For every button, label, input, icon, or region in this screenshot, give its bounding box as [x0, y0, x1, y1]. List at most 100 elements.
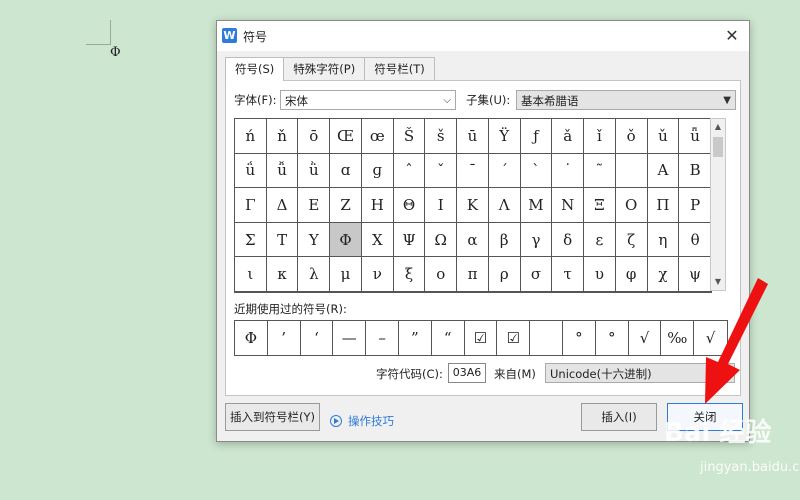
symbol-cell[interactable]: π — [457, 257, 489, 292]
char-code-input[interactable]: 03A6 — [448, 363, 486, 383]
symbol-cell[interactable]: Ν — [552, 188, 585, 223]
symbol-cell[interactable]: α — [457, 222, 489, 258]
symbol-cell[interactable]: ε — [584, 222, 616, 258]
symbol-cell[interactable]: Κ — [457, 188, 489, 223]
symbol-cell[interactable]: ɑ — [330, 153, 362, 189]
symbol-cell[interactable]: ˉ — [457, 153, 489, 189]
symbol-cell[interactable]: Χ — [361, 222, 394, 258]
symbol-cell[interactable]: Μ — [520, 188, 553, 223]
symbol-cell[interactable]: ι — [235, 257, 267, 292]
recent-symbol-cell[interactable]: √ — [694, 321, 727, 355]
symbol-cell[interactable]: ˋ — [520, 153, 553, 189]
symbol-cell[interactable]: Σ — [235, 222, 267, 258]
symbol-cell[interactable]: Φ — [330, 222, 362, 258]
symbol-cell[interactable]: ɡ — [361, 153, 394, 189]
symbol-cell[interactable]: ǜ — [298, 153, 331, 189]
symbol-cell[interactable]: ǐ — [584, 119, 616, 154]
symbol-cell[interactable]: Ο — [615, 188, 648, 223]
symbol-cell[interactable]: ρ — [488, 257, 521, 292]
symbol-cell[interactable]: ƒ — [520, 119, 553, 154]
recent-symbol-cell[interactable]: ° — [563, 321, 596, 355]
recent-symbol-cell[interactable]: ‘ — [301, 321, 334, 355]
symbol-cell[interactable]: γ — [520, 222, 553, 258]
symbol-cell[interactable]: Ÿ — [488, 119, 521, 154]
symbol-cell[interactable]: υ — [584, 257, 616, 292]
from-select[interactable]: Unicode(十六进制) — [545, 363, 735, 383]
symbol-cell[interactable]: Β — [679, 153, 711, 189]
symbol-cell[interactable]: φ — [615, 257, 648, 292]
symbol-cell[interactable]: ˆ — [393, 153, 426, 189]
symbol-cell[interactable]: ň — [266, 119, 299, 154]
recent-symbol-cell[interactable]: ‰ — [661, 321, 695, 355]
symbol-cell[interactable]: Ω — [425, 222, 458, 258]
tab-symbols[interactable]: 符号(S) — [225, 57, 285, 81]
symbol-cell[interactable]: Ζ — [330, 188, 362, 223]
scroll-down-icon[interactable]: ▼ — [711, 274, 725, 290]
symbol-cell[interactable]: ˊ — [488, 153, 521, 189]
recent-symbol-cell[interactable]: ° — [596, 321, 629, 355]
recent-symbol-cell[interactable]: ” — [399, 321, 432, 355]
symbol-cell[interactable]: ǚ — [266, 153, 299, 189]
symbol-cell[interactable]: ψ — [679, 257, 711, 292]
symbol-cell[interactable]: Š — [393, 119, 426, 154]
tips-link[interactable]: 操作技巧 — [348, 413, 394, 429]
symbol-cell[interactable]: ǘ — [235, 153, 267, 189]
dialog-titlebar[interactable]: W 符号 ✕ — [217, 21, 749, 51]
symbol-cell[interactable]: λ — [298, 257, 331, 292]
symbol-cell[interactable]: δ — [552, 222, 585, 258]
insert-to-symbol-bar-button[interactable]: 插入到符号栏(Y) — [225, 403, 320, 431]
symbol-cell[interactable]: Ψ — [393, 222, 426, 258]
play-circle-icon[interactable] — [330, 415, 342, 427]
symbol-cell[interactable]: Λ — [488, 188, 521, 223]
symbol-cell[interactable]: Η — [361, 188, 394, 223]
symbol-cell[interactable]: ν — [361, 257, 394, 292]
recent-symbol-cell[interactable]: √ — [629, 321, 662, 355]
symbol-cell[interactable]: ˙ — [552, 153, 585, 189]
symbol-cell[interactable]: Υ — [298, 222, 331, 258]
symbol-cell[interactable]: θ — [679, 222, 711, 258]
symbol-cell[interactable]: ǒ — [615, 119, 648, 154]
symbol-cell[interactable]: Α — [647, 153, 680, 189]
recent-symbol-cell[interactable]: Φ — [235, 321, 268, 355]
symbol-cell[interactable]: ǎ — [552, 119, 585, 154]
symbol-cell[interactable]: τ — [552, 257, 585, 292]
recent-symbol-cell[interactable]: ☑ — [497, 321, 531, 355]
symbol-cell[interactable]: κ — [266, 257, 299, 292]
symbol-cell[interactable]: œ — [361, 119, 394, 154]
recent-symbol-cell[interactable]: “ — [432, 321, 465, 355]
scroll-up-icon[interactable]: ▲ — [711, 119, 725, 135]
symbol-cell[interactable]: Δ — [266, 188, 299, 223]
symbol-cell[interactable]: ū — [457, 119, 489, 154]
symbol-cell[interactable]: ˇ — [425, 153, 458, 189]
recent-symbol-cell[interactable]: ☑ — [465, 321, 498, 355]
symbol-cell[interactable]: Ε — [298, 188, 331, 223]
symbol-cell[interactable]: ń — [235, 119, 267, 154]
symbol-cell[interactable]: ǔ — [647, 119, 680, 154]
symbol-cell[interactable]: Ι — [425, 188, 458, 223]
grid-scrollbar[interactable]: ▲ ▼ — [710, 118, 726, 291]
symbol-cell[interactable]: š — [425, 119, 458, 154]
symbol-cell[interactable]: Ρ — [679, 188, 711, 223]
recent-symbol-cell[interactable]: ’ — [268, 321, 301, 355]
close-icon[interactable]: ✕ — [721, 25, 743, 47]
subset-select[interactable]: 基本希腊语 ▼ — [516, 90, 736, 110]
symbol-cell[interactable]: ǖ — [679, 119, 711, 154]
symbol-cell[interactable]: η — [647, 222, 680, 258]
scroll-thumb[interactable] — [713, 137, 723, 157]
tab-special-chars[interactable]: 特殊字符(P) — [283, 57, 366, 80]
symbol-cell[interactable]: μ — [330, 257, 362, 292]
symbol-cell[interactable]: ο — [425, 257, 458, 292]
symbol-cell[interactable]: σ — [520, 257, 553, 292]
symbol-cell[interactable] — [615, 153, 648, 189]
recent-symbol-cell[interactable] — [530, 321, 563, 355]
symbol-cell[interactable]: Ξ — [584, 188, 616, 223]
symbol-cell[interactable]: Π — [647, 188, 680, 223]
recent-symbol-cell[interactable]: – — [366, 321, 399, 355]
recent-symbol-cell[interactable]: — — [333, 321, 367, 355]
symbol-cell[interactable]: Τ — [266, 222, 299, 258]
symbol-cell[interactable]: Γ — [235, 188, 267, 223]
symbol-cell[interactable]: ˜ — [584, 153, 616, 189]
symbol-cell[interactable]: Θ — [393, 188, 426, 223]
symbol-cell[interactable]: β — [488, 222, 521, 258]
tab-symbol-bar[interactable]: 符号栏(T) — [364, 57, 435, 80]
